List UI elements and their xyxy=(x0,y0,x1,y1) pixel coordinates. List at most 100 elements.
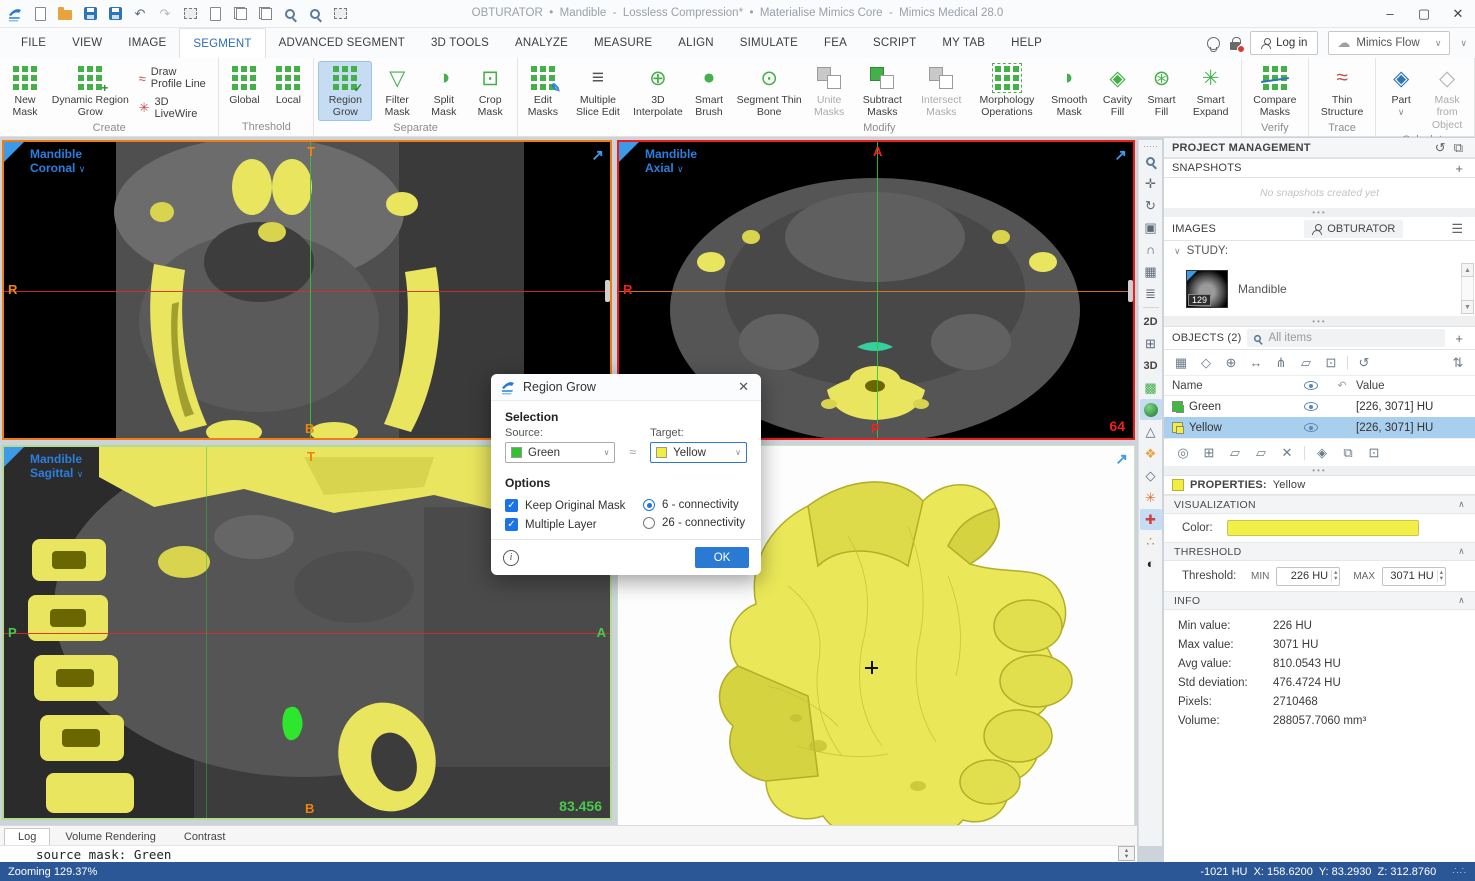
delete-object-icon[interactable]: ✕ xyxy=(1276,443,1298,463)
panel-splitter[interactable]: ••• xyxy=(1164,466,1475,475)
zoom-out-icon[interactable] xyxy=(306,5,324,23)
locate-object-icon[interactable]: ◎ xyxy=(1172,443,1194,463)
snapshots-header[interactable]: SNAPSHOTS + xyxy=(1164,158,1475,178)
visualization-section-header[interactable]: VISUALIZATION ∧ xyxy=(1164,495,1475,514)
zoom-tool-icon[interactable] xyxy=(1140,151,1162,172)
crosshair-vertical[interactable] xyxy=(310,142,311,438)
tab-analyze[interactable]: ANALYZE xyxy=(502,28,581,58)
add-snapshot-icon[interactable]: + xyxy=(1451,161,1467,176)
compare-masks-button[interactable]: Compare Masks xyxy=(1246,61,1304,121)
region-grow-button[interactable]: ✓ Region Grow xyxy=(318,61,372,121)
tab-my-tab[interactable]: MY TAB xyxy=(929,28,998,58)
tab-contrast[interactable]: Contrast xyxy=(171,829,239,845)
spinner-icons[interactable]: ▴▾ xyxy=(1437,570,1445,582)
open-project-icon[interactable] xyxy=(56,5,74,23)
minimize-button[interactable]: – xyxy=(1373,0,1407,27)
tab-simulate[interactable]: SIMULATE xyxy=(727,28,811,58)
smooth-mask-button[interactable]: ◗ Smooth Mask xyxy=(1044,61,1095,121)
reset-layout-icon[interactable]: ↺ xyxy=(1431,140,1450,156)
export-icon[interactable] xyxy=(206,5,224,23)
print-icon[interactable] xyxy=(181,5,199,23)
target-select[interactable]: Yellow ∨ xyxy=(650,442,747,463)
ribbon-collapse-chevron[interactable]: ∨ xyxy=(1460,38,1467,49)
crosshair-horizontal[interactable] xyxy=(619,291,1133,292)
threshold-max-input[interactable]: 3071 HU ▴▾ xyxy=(1382,567,1446,586)
slice-scrollbar-handle[interactable] xyxy=(1128,280,1133,302)
info-section-header[interactable]: INFO ∧ xyxy=(1164,591,1475,610)
smart-fill-button[interactable]: ⊛ Smart Fill xyxy=(1141,61,1183,121)
smart-expand-button[interactable]: ✳ Smart Expand xyxy=(1185,61,1237,121)
threshold-min-input[interactable]: 226 HU ▴▾ xyxy=(1276,567,1340,586)
tab-volume-rendering[interactable]: Volume Rendering xyxy=(52,829,169,845)
magnet-tool-icon[interactable]: ∩ xyxy=(1140,239,1162,260)
multiple-layer-checkbox[interactable]: ✓ Multiple Layer xyxy=(505,518,643,531)
mode-2d-label[interactable]: 2D xyxy=(1140,311,1162,332)
livewire-3d-button[interactable]: ✳ 3D LiveWire xyxy=(135,95,215,121)
new-group-icon[interactable]: ⊞ xyxy=(1198,443,1220,463)
info-icon[interactable]: i xyxy=(503,550,519,566)
filter-measure-icon[interactable]: ↔ xyxy=(1245,353,1267,373)
undo-icon[interactable]: ↶ xyxy=(131,5,149,23)
license-lock-icon[interactable] xyxy=(1230,42,1240,50)
mask-color-picker[interactable] xyxy=(1227,520,1419,536)
ok-button[interactable]: OK xyxy=(695,547,749,568)
crosshair-vertical[interactable] xyxy=(877,142,878,438)
duplicate-object-icon[interactable]: ⊡ xyxy=(1363,443,1385,463)
spinner-icons[interactable]: ▴▾ xyxy=(1331,570,1339,582)
smart-brush-button[interactable]: ● Smart Brush xyxy=(686,61,732,121)
interpolate-3d-button[interactable]: ⊕ 3D Interpolate xyxy=(632,61,684,121)
pan-tool-icon[interactable]: ✛ xyxy=(1140,173,1162,194)
tab-segment[interactable]: SEGMENT xyxy=(179,28,265,58)
mask-from-object-icon[interactable]: ⧉ xyxy=(1337,443,1359,463)
crosshair-box-icon[interactable]: ⊞ xyxy=(1140,333,1162,354)
dialog-close-icon[interactable]: ✕ xyxy=(735,379,752,395)
panel-splitter[interactable]: ••• xyxy=(1164,208,1475,217)
edit-masks-button[interactable]: ✎ Edit Masks xyxy=(522,61,564,121)
images-scrollbar[interactable]: ▲ ▼ xyxy=(1461,263,1474,314)
filter-mask-button[interactable]: ▽ Filter Mask xyxy=(374,61,420,121)
tab-file[interactable]: FILE xyxy=(8,28,59,58)
tab-advanced-segment[interactable]: ADVANCED SEGMENT xyxy=(266,28,418,58)
login-button[interactable]: Log in xyxy=(1250,31,1318,55)
mask-preview-icon[interactable]: ▩ xyxy=(1140,377,1162,398)
table-row-green-mask[interactable]: Green [226, 3071] HU xyxy=(1164,396,1475,417)
split-mask-button[interactable]: ◑ Split Mask xyxy=(422,61,465,121)
expand-viewport-icon[interactable]: ↗ xyxy=(1115,450,1128,468)
save-as-icon[interactable] xyxy=(106,5,124,23)
layout-tiles-icon[interactable]: ▦ xyxy=(1140,261,1162,282)
scroll-up-icon[interactable]: ▲ xyxy=(1461,263,1474,277)
resize-grip[interactable]: ∴∴ xyxy=(1452,866,1467,877)
viewport-axial-label[interactable]: Mandible Axial ∨ xyxy=(645,147,697,176)
images-menu-icon[interactable]: ☰ xyxy=(1447,221,1467,237)
convert-to-part-icon[interactable]: ◈ xyxy=(1311,443,1333,463)
filter-folder-icon[interactable]: ▱ xyxy=(1295,353,1317,373)
window-level-icon[interactable]: ▣ xyxy=(1140,217,1162,238)
filter-analyze-icon[interactable]: ⊕ xyxy=(1220,353,1242,373)
mimics-flow-select[interactable]: ☁ Mimics Flow ∨ xyxy=(1328,31,1450,55)
mode-3d-label[interactable]: 3D xyxy=(1140,355,1162,376)
cavity-fill-button[interactable]: ◈ Cavity Fill xyxy=(1097,61,1139,121)
sphere-render-icon[interactable] xyxy=(1140,399,1162,420)
prism-icon[interactable]: △ xyxy=(1140,421,1162,442)
connectivity-26-radio[interactable]: 26 - connectivity xyxy=(643,517,745,529)
objects-search-input[interactable]: All items xyxy=(1247,329,1445,347)
screenshot-icon[interactable] xyxy=(331,5,349,23)
part-button[interactable]: ◈ Part ∨ xyxy=(1380,61,1422,120)
filter-parts-icon[interactable]: ◇ xyxy=(1195,353,1217,373)
study-group-row[interactable]: ∨ STUDY: xyxy=(1164,241,1475,261)
visibility-column-icon[interactable] xyxy=(1294,381,1328,390)
segment-thin-bone-button[interactable]: ⊙ Segment Thin Bone xyxy=(734,61,804,121)
tab-image[interactable]: IMAGE xyxy=(115,28,179,58)
visibility-toggle[interactable] xyxy=(1294,423,1328,432)
popout-panel-icon[interactable]: ⧉ xyxy=(1450,140,1467,156)
support-icon[interactable] xyxy=(1207,37,1220,50)
threshold-section-header[interactable]: THRESHOLD ∧ xyxy=(1164,542,1475,561)
maximize-button[interactable]: ▢ xyxy=(1407,0,1441,27)
new-project-icon[interactable] xyxy=(31,5,49,23)
adjust-sliders-icon[interactable]: ≣ xyxy=(1140,283,1162,304)
keep-original-mask-checkbox[interactable]: ✓ Keep Original Mask xyxy=(505,499,643,512)
thin-structure-button[interactable]: ≈ Thin Structure xyxy=(1313,61,1371,121)
source-select[interactable]: Green ∨ xyxy=(505,442,615,463)
crosshair-tool-icon[interactable]: ✚ xyxy=(1140,509,1162,530)
expand-viewport-icon[interactable]: ↗ xyxy=(591,146,604,164)
